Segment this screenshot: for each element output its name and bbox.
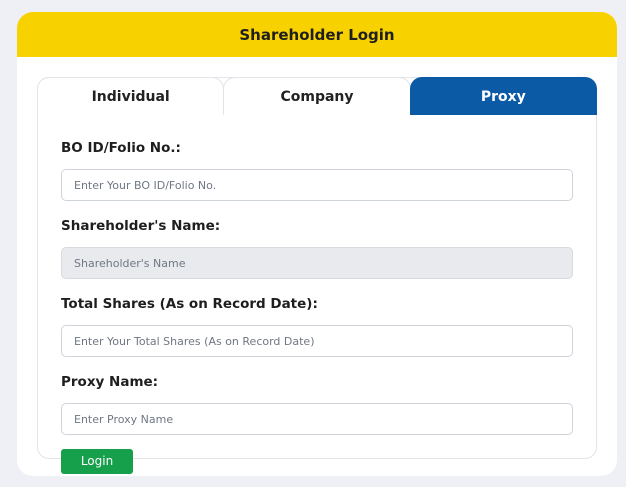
login-button[interactable]: Login — [61, 449, 133, 474]
proxy-name-label: Proxy Name: — [61, 374, 159, 390]
total-shares-label: Total Shares (As on Record Date): — [61, 296, 318, 312]
card-header: Shareholder Login — [17, 12, 617, 57]
login-panel: Individual Company Proxy BO ID/Folio No.… — [37, 77, 597, 474]
bo-id-label: BO ID/Folio No.: — [61, 140, 181, 156]
login-type-tabs: Individual Company Proxy — [37, 77, 597, 116]
page-title: Shareholder Login — [239, 25, 395, 44]
proxy-name-input[interactable] — [61, 403, 573, 435]
tab-label: Company — [280, 88, 354, 105]
tab-individual[interactable]: Individual — [37, 77, 225, 115]
tab-label: Individual — [91, 88, 170, 105]
proxy-login-form: BO ID/Folio No.: Shareholder's Name: Tot… — [61, 138, 573, 474]
bo-id-input[interactable] — [61, 169, 573, 201]
shareholder-name-input — [61, 247, 573, 279]
login-card: Shareholder Login Individual Company Pro… — [17, 12, 617, 476]
shareholder-name-label: Shareholder's Name: — [61, 218, 221, 234]
total-shares-input[interactable] — [61, 325, 573, 357]
tab-label: Proxy — [480, 88, 526, 105]
tab-proxy[interactable]: Proxy — [409, 77, 597, 115]
tab-company[interactable]: Company — [223, 77, 411, 115]
